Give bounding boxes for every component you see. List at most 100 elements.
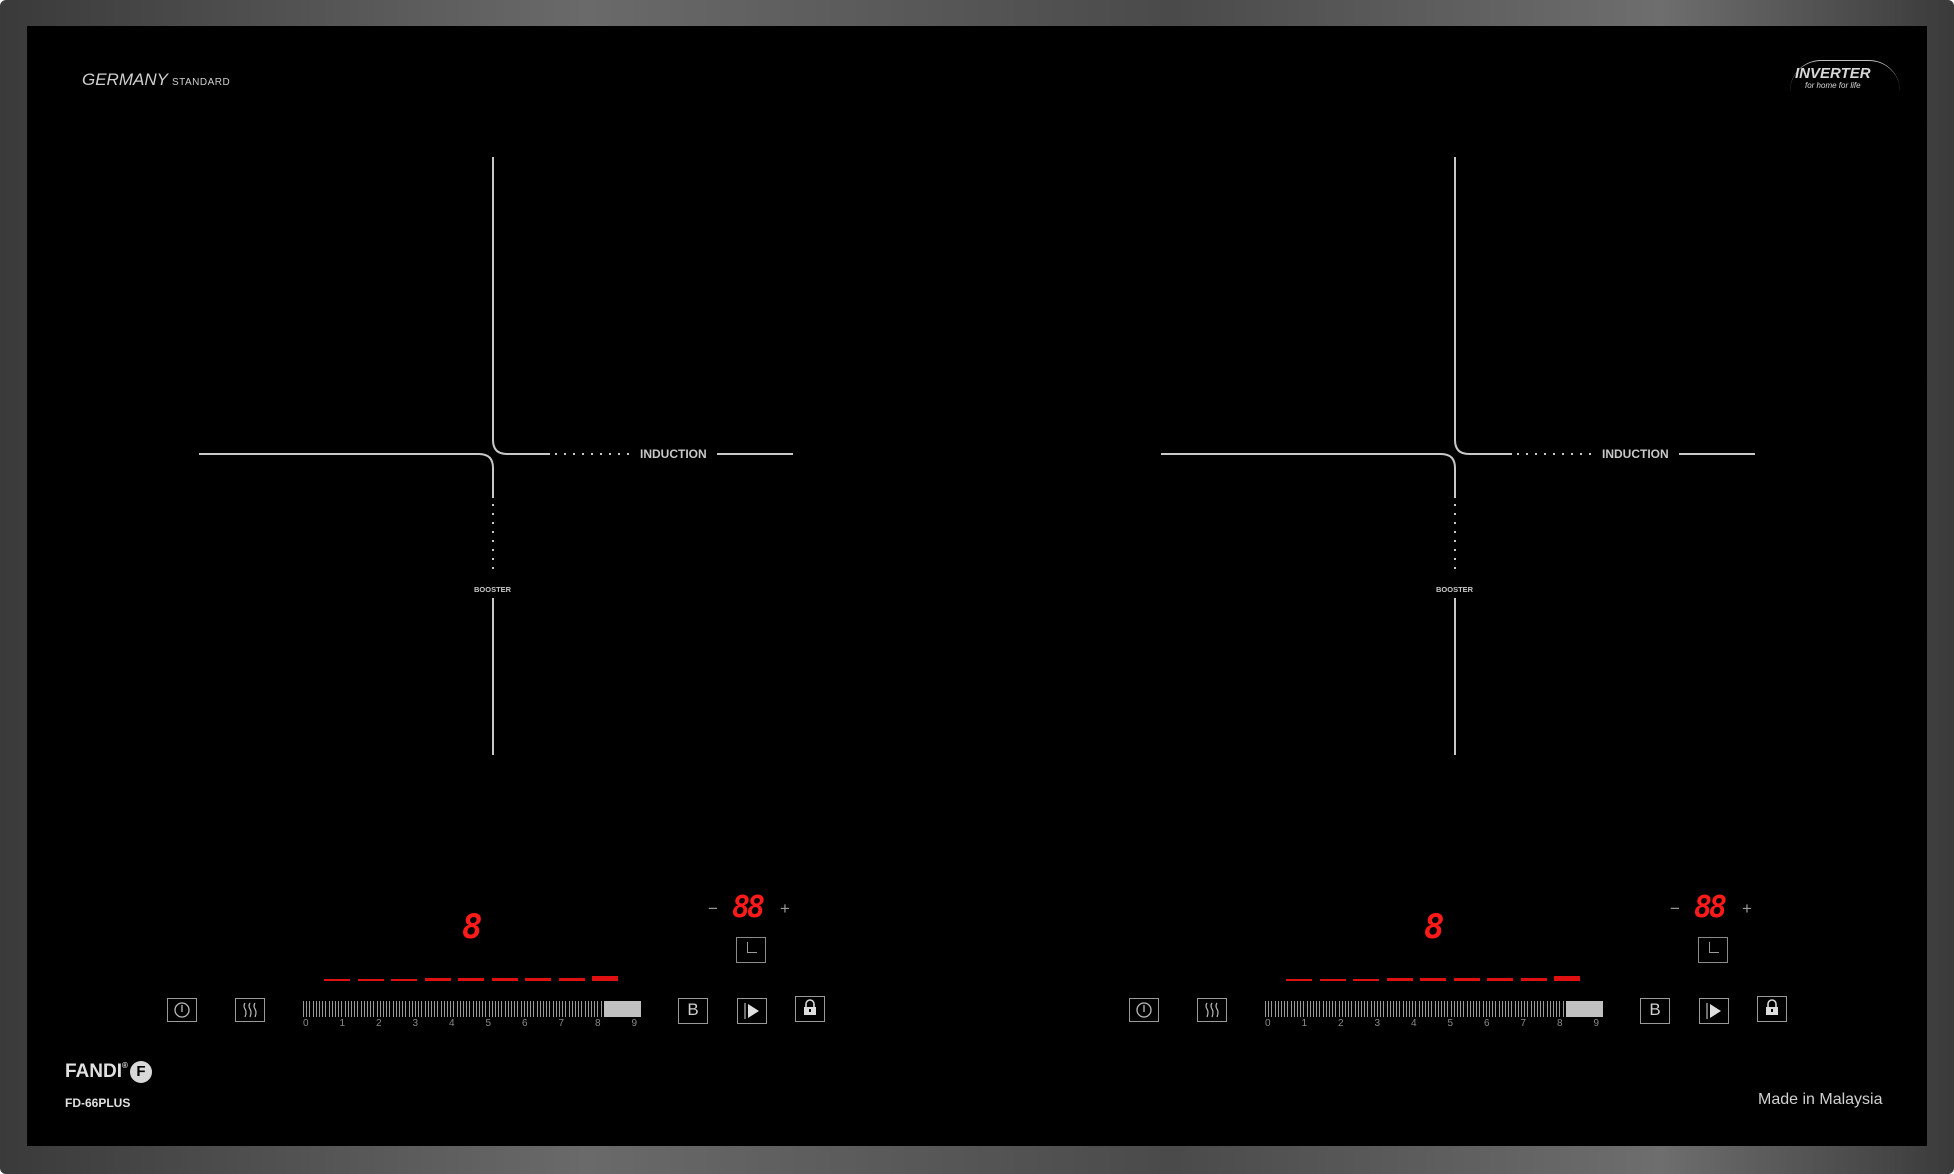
slider-tick-line [1479,1001,1481,1017]
play-button[interactable] [1699,998,1729,1024]
slider-tick-line [383,1001,384,1017]
slider-tick-line [578,1001,580,1017]
child-lock-button[interactable] [795,996,825,1022]
origin-label: Made in Malaysia [1758,1091,1883,1108]
slider-tick-line [1393,1001,1394,1017]
slider-tick-line [1415,1001,1417,1017]
slider-tick-line [456,1001,458,1017]
slider-tick-line [1396,1001,1398,1017]
slider-tick-line [360,1001,362,1017]
slider-tick-line [1297,1001,1298,1017]
slider-tick-line [1322,1001,1324,1017]
power-level-bar [1487,978,1513,981]
slider-tick-line [1313,1001,1314,1017]
timer-minus[interactable]: − [708,899,718,919]
slider-tick-line [1469,1001,1471,1017]
slider-tick-line [1473,1001,1474,1017]
power-slider[interactable] [1265,1001,1603,1019]
slider-tick-line [331,1001,333,1017]
slider-tick-line [415,1001,416,1017]
timer-plus[interactable]: + [1742,899,1752,919]
slider-tick-label: 3 [412,1018,419,1029]
power-slider[interactable] [303,1001,641,1019]
keep-warm-button[interactable] [1197,998,1227,1022]
slider-tick-line [1508,1001,1510,1017]
slider-tick-line [523,1001,525,1017]
slider-tick-line [546,1001,548,1017]
keep-warm-button[interactable] [235,998,265,1022]
slider-tick-line [498,1001,500,1017]
slider-tick-line [1485,1001,1487,1017]
slider-tick-line [1329,1001,1330,1017]
slider-tick-line [587,1001,589,1017]
slider-tick-line [418,1001,420,1017]
power-level-bar [391,979,417,981]
slider-tick-line [1434,1001,1436,1017]
slider-tick-line [1533,1001,1535,1017]
slider-tick-line [354,1001,356,1017]
slider-tick-line [389,1001,391,1017]
play-button[interactable] [737,998,767,1024]
slider-tick-label: 0 [1265,1018,1271,1029]
slider-tick-line [376,1001,378,1017]
slider-tick-line [1409,1001,1410,1017]
slider-tick-line [1447,1001,1449,1017]
slider-tick-line [379,1001,381,1017]
power-button[interactable] [167,998,197,1022]
slider-tick-label: 1 [1301,1018,1308,1029]
slider-tick-line [1501,1001,1503,1017]
heat-waves-icon [243,1002,257,1018]
slider-tick-line [533,1001,535,1017]
slider-tick-line [402,1001,404,1017]
slider-tick-label: 8 [595,1018,601,1029]
slider-tick-line [597,1001,599,1017]
lock-icon [804,999,816,1015]
slider-tick-line [1562,1001,1564,1017]
child-lock-button[interactable] [1757,996,1787,1022]
slider-tick-line [1386,1001,1388,1017]
slider-tick-line [1357,1001,1359,1017]
slider-tick-line [1453,1001,1455,1017]
slider-tick-line [591,1001,592,1017]
slider-tick-line [1495,1001,1497,1017]
brand-logo: FANDI® F [65,1061,152,1083]
slider-tick-line [501,1001,503,1017]
slider-tick-line [1524,1001,1526,1017]
slider-tick-line [594,1001,596,1017]
slider-tick-line [1540,1001,1542,1017]
slider-tick-line [322,1001,324,1017]
power-level-bar [1319,979,1346,981]
slider-tick-line [1482,1001,1484,1017]
germany-standard-label: GERMANY STANDARD [82,70,231,89]
timer-key[interactable] [736,937,766,963]
slider-tick-label: 5 [1447,1018,1454,1029]
slider-tick-line [1309,1001,1311,1017]
slider-tick-line [1271,1001,1273,1017]
inverter-logo: INVERTER for home for life [1795,65,1871,90]
slider-tick-line [472,1001,474,1017]
slider-tick-line [466,1001,468,1017]
booster-button[interactable]: B [1640,998,1670,1024]
timer-minus[interactable]: − [1670,899,1680,919]
slider-tick-line [1332,1001,1334,1017]
slider-tick-line [306,1001,308,1017]
slider-tick-line [338,1001,340,1017]
slider-tick-line [1556,1001,1558,1017]
timer-key[interactable] [1698,937,1728,963]
slider-tick-line [482,1001,484,1017]
slider-tick-line [479,1001,480,1017]
slider-tick-line [571,1001,573,1017]
timer-plus[interactable]: + [780,899,790,919]
slider-tick-label: 7 [558,1018,565,1029]
slider-tick-line [1335,1001,1337,1017]
booster-button[interactable]: B [678,998,708,1024]
booster-label: BOOSTER [1436,584,1474,595]
power-button[interactable] [1129,998,1159,1022]
slider-tick-line [504,1001,506,1017]
power-level-display: 8 [1424,907,1445,947]
slider-tick-line [565,1001,567,1017]
slider-tick-line [1265,1001,1266,1017]
model-number: FD-66PLUS [65,1096,131,1110]
slider-tick-line [1380,1001,1382,1017]
slider-tick-line [485,1001,487,1017]
